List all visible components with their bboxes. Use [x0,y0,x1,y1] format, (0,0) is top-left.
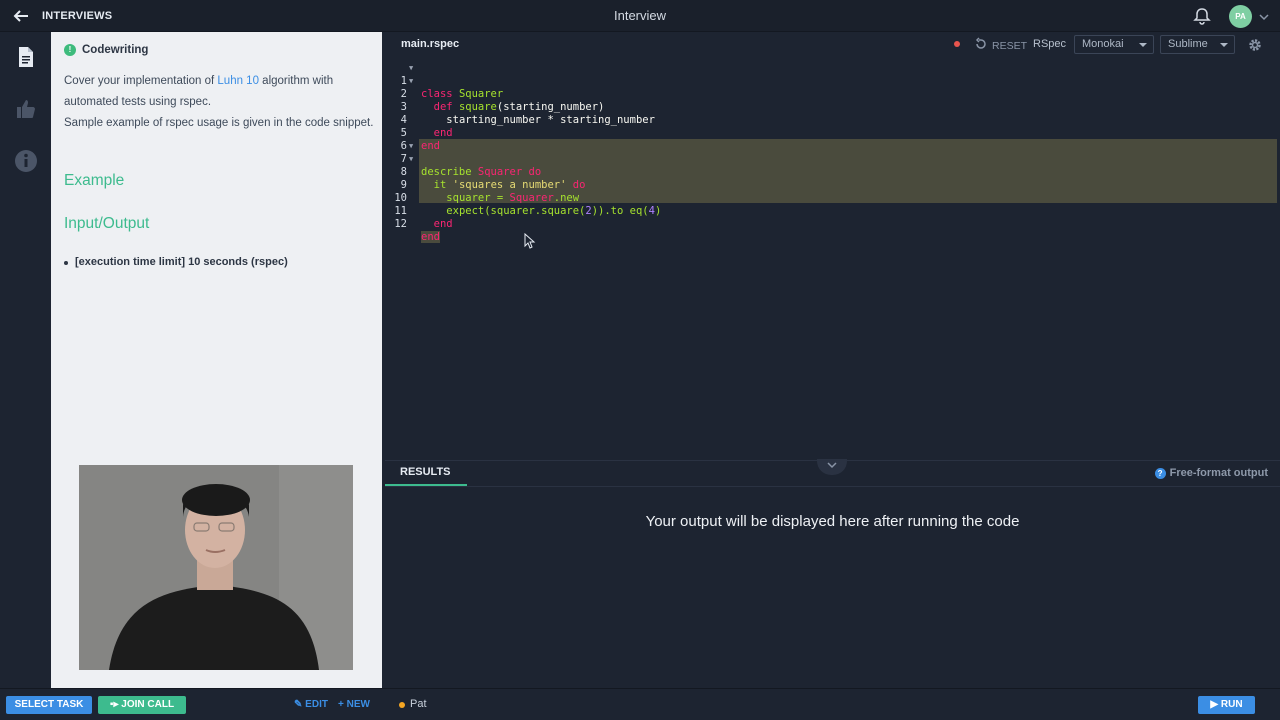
task-type: Codewriting [82,44,149,56]
reset-icon [974,37,988,54]
io-heading[interactable]: Input/Output [64,215,149,233]
info-icon[interactable] [13,148,39,174]
participant-name: Pat [410,698,427,710]
code-icon: ! [64,44,76,56]
unsaved-indicator [954,41,960,47]
run-button[interactable]: ▶ RUN [1198,696,1255,714]
code-line[interactable]: 6 [385,127,1280,152]
gear-icon[interactable] [1247,37,1263,53]
theme-select[interactable]: Monokai [1074,35,1154,54]
task-text-part: Cover your implementation of [64,75,218,87]
thumbs-up-icon[interactable] [13,96,39,122]
fold-arrow-icon[interactable]: ▼ [409,62,413,75]
fold-arrow-icon[interactable]: ▼ [409,153,413,166]
code-line[interactable]: 11 end [385,192,1280,230]
top-bar: INTERVIEWS Interview PA [0,0,1280,32]
divider [385,486,1280,487]
reset-label: RESET [992,39,1028,52]
mouse-cursor-icon [524,232,536,249]
luhn-link[interactable]: Luhn 10 [217,75,259,87]
avatar[interactable]: PA [1229,5,1252,28]
code-line[interactable]: 12 end [385,205,1280,243]
task-description-panel: ! Codewriting Cover your implementation … [51,32,382,688]
edit-button[interactable]: ✎ EDIT [294,699,328,710]
task-text: Cover your implementation of Luhn 10 alg… [64,71,376,134]
code-line[interactable]: 4 end [385,101,1280,139]
video-camera-icon: ▪▸ [109,699,119,710]
collapse-button[interactable] [817,459,847,475]
code-line[interactable]: 9 squarer = Squarer.new [385,166,1280,204]
arrow-left-icon[interactable] [12,7,32,25]
code-token: end [433,218,453,230]
play-icon: ▶ [1210,699,1219,710]
code-line[interactable]: 8 ▼ it 'squares a number' do [385,153,1280,191]
select-task-button[interactable]: SELECT TASK [6,696,92,714]
code-line[interactable]: 1 ▼ class Squarer [385,62,1280,100]
execution-limit: [execution time limit] 10 seconds (rspec… [64,256,288,268]
language-label[interactable]: RSpec [1033,38,1066,50]
results-panel: RESULTS ? Free-format output Your output… [385,459,1280,688]
code-line[interactable]: 10 expect(squarer.square(2)).to eq(4) [385,179,1280,217]
fold-arrow-icon[interactable]: ▼ [409,140,413,153]
new-label: NEW [346,699,370,710]
line-number: 12 [394,218,407,230]
keymap-select[interactable]: Sublime [1160,35,1235,54]
fold-arrow-icon[interactable]: ▼ [409,75,413,88]
editor-header: main.rspec RESET RSpec Monokai Sublime [385,32,1280,58]
edit-label: EDIT [305,699,328,710]
plus-icon: + [338,699,344,710]
bell-icon[interactable] [1193,7,1211,25]
join-call-label: JOIN CALL [121,699,175,710]
task-text-part: Sample example of rspec usage is given i… [64,117,374,129]
free-format-output-link[interactable]: ? Free-format output [1154,467,1268,479]
free-format-label: Free-format output [1169,467,1268,479]
reset-button[interactable]: RESET [974,37,1027,54]
code-editor[interactable]: 1 ▼ class Squarer 2 ▼ def square(starting_… [385,60,1280,458]
document-icon[interactable] [13,44,39,70]
code-token: end [421,231,440,243]
task-header: ! Codewriting [64,44,148,56]
output-placeholder: Your output will be displayed here after… [645,513,1020,530]
new-button[interactable]: + NEW [338,699,370,710]
example-heading[interactable]: Example [64,172,124,190]
left-rail [0,32,51,688]
code-line[interactable]: 3 starting_number * starting_number [385,88,1280,126]
help-icon: ? [1154,467,1166,479]
brand-link[interactable]: INTERVIEWS [42,10,112,22]
code-line[interactable]: 2 ▼ def square(starting_number) [385,75,1280,113]
tab-main-rspec[interactable]: main.rspec [401,38,459,50]
bottom-bar: SELECT TASK ▪▸ JOIN CALL ✎ EDIT + NEW Pa… [0,688,1280,720]
run-label: RUN [1220,699,1243,710]
code-line[interactable]: 5 end [385,114,1280,152]
chevron-down-icon[interactable] [1258,10,1270,22]
user-status-dot [399,702,405,708]
join-call-button[interactable]: ▪▸ JOIN CALL [98,696,186,714]
video-feed [79,465,353,670]
pencil-icon: ✎ [294,699,303,710]
active-tab-indicator [385,484,467,486]
code-line[interactable]: 7 ▼ describe Squarer do [385,140,1280,178]
page-title: Interview [613,8,667,23]
tab-results[interactable]: RESULTS [400,466,451,478]
